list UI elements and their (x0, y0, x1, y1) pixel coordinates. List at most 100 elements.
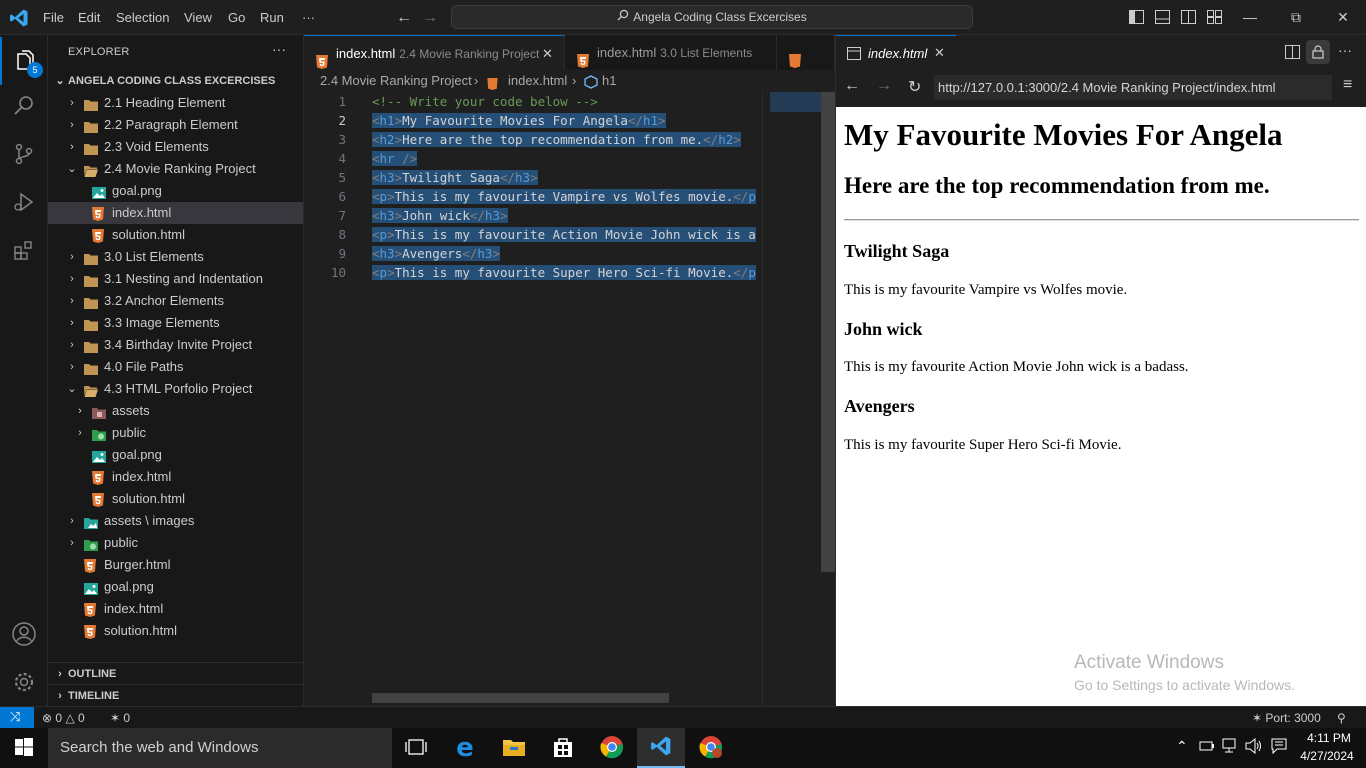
code-line[interactable]: <p>This is my favourite Action Movie Joh… (372, 225, 756, 244)
vscode-taskbar-app[interactable] (637, 728, 685, 768)
code-line[interactable]: <p>This is my favourite Vampire vs Wolfe… (372, 187, 756, 206)
search-activity[interactable] (0, 83, 48, 131)
tree-file[interactable]: index.html (48, 466, 303, 488)
menu-selection[interactable]: Selection (116, 0, 169, 35)
customize-layout-icon[interactable] (1207, 10, 1222, 27)
tree-folder[interactable]: › assets \ images (48, 510, 303, 532)
tree-file[interactable]: solution.html (48, 224, 303, 246)
code-line[interactable]: <h3>Avengers</h3> (372, 244, 500, 263)
menu-view[interactable]: View (184, 0, 212, 35)
tree-file[interactable]: Burger.html (48, 554, 303, 576)
lock-group-button[interactable] (1306, 40, 1330, 64)
tree-folder[interactable]: › 2.2 Paragraph Element (48, 114, 303, 136)
code-line[interactable]: <h3>Twilight Saga</h3> (372, 168, 538, 187)
minimap[interactable] (770, 92, 822, 112)
editor-tab[interactable]: index.html 3.0 List Elements (565, 35, 777, 70)
accounts-activity[interactable] (0, 611, 48, 659)
tree-folder[interactable]: › 3.1 Nesting and Indentation (48, 268, 303, 290)
tree-folder[interactable]: › 2.1 Heading Element (48, 92, 303, 114)
show-hidden-icons-chevron-icon[interactable]: ⌃ (1176, 738, 1188, 755)
tree-folder[interactable]: › 3.2 Anchor Elements (48, 290, 303, 312)
chrome-taskbar-app[interactable] (588, 728, 636, 768)
source-control-activity[interactable] (0, 131, 48, 179)
store-taskbar-app[interactable] (539, 728, 587, 768)
live-server-port[interactable]: ✶ Port: 3000 (1252, 707, 1321, 729)
horizontal-scrollbar[interactable] (372, 693, 669, 703)
remote-indicator[interactable]: ⤨ (0, 707, 34, 728)
run-debug-activity[interactable] (0, 179, 48, 227)
menu-edit[interactable]: Edit (78, 0, 100, 35)
chrome-profile-taskbar-app[interactable] (687, 728, 735, 768)
tree-folder[interactable]: ⌄ 4.3 HTML Porfolio Project (48, 378, 303, 400)
volume-icon[interactable] (1245, 737, 1263, 757)
breadcrumb-symbol[interactable]: h1 (602, 70, 616, 92)
tree-folder[interactable]: › 3.0 List Elements (48, 246, 303, 268)
reload-icon[interactable]: ↻ (908, 77, 921, 97)
tree-folder[interactable]: › 3.4 Birthday Invite Project (48, 334, 303, 356)
code-line[interactable]: <p>This is my favourite Super Hero Sci-f… (372, 263, 756, 282)
toggle-panel-icon[interactable] (1155, 10, 1170, 27)
tree-file[interactable]: index.html (48, 202, 303, 224)
menu-file[interactable]: File (43, 0, 64, 35)
taskbar-search-input[interactable]: Search the web and Windows (48, 728, 392, 768)
preview-tab[interactable]: index.html ✕ (836, 35, 956, 70)
split-editor-icon[interactable] (1285, 45, 1300, 62)
tree-folder[interactable]: › 2.3 Void Elements (48, 136, 303, 158)
timeline-section[interactable]: › TIMELINE (48, 684, 303, 706)
menu-more[interactable]: ··· (302, 0, 315, 35)
vertical-scrollbar[interactable] (821, 92, 835, 572)
workspace-root[interactable]: ⌄ ANGELA CODING CLASS EXCERCISES (48, 70, 303, 92)
breadcrumb-folder[interactable]: 2.4 Movie Ranking Project (320, 70, 472, 92)
code-editor[interactable]: 1 <!-- Write your code below --> 2 <h1>My F… (304, 92, 762, 692)
tree-folder[interactable]: ⌄ 2.4 Movie Ranking Project (48, 158, 303, 180)
restore-button[interactable]: ⧉ (1273, 0, 1319, 35)
tree-file[interactable]: solution.html (48, 620, 303, 642)
code-line[interactable]: <h2>Here are the top recommendation from… (372, 130, 741, 149)
menu-icon[interactable]: ≡ (1343, 76, 1352, 94)
tree-folder[interactable]: › public (48, 422, 303, 444)
tree-file[interactable]: solution.html (48, 488, 303, 510)
tree-folder[interactable]: › 4.0 File Paths (48, 356, 303, 378)
forward-icon[interactable]: → (876, 77, 892, 95)
clock-date[interactable]: 4/27/2024 (1296, 749, 1358, 763)
explorer-activity[interactable]: 5 (0, 37, 48, 85)
nav-back-icon[interactable]: ← (396, 9, 412, 27)
tree-file[interactable]: goal.png (48, 180, 303, 202)
task-view-button[interactable] (392, 728, 440, 768)
explorer-more-button[interactable]: ··· (272, 41, 286, 57)
tree-file[interactable]: goal.png (48, 444, 303, 466)
tree-file[interactable]: goal.png (48, 576, 303, 598)
network-icon[interactable] (1222, 738, 1240, 757)
minimize-button[interactable]: — (1227, 0, 1273, 35)
back-icon[interactable]: ← (844, 77, 860, 95)
tree-file[interactable]: index.html (48, 598, 303, 620)
toggle-secondary-sidebar-icon[interactable] (1181, 10, 1196, 27)
message-icon[interactable] (1271, 738, 1287, 757)
menu-go[interactable]: Go (228, 0, 245, 35)
file-explorer-taskbar-app[interactable] (490, 728, 538, 768)
nav-forward-icon[interactable]: → (422, 9, 438, 27)
extensions-activity[interactable] (0, 227, 48, 275)
url-input[interactable]: http://127.0.0.1:3000/2.4 Movie Ranking … (934, 75, 1332, 100)
tree-folder[interactable]: › 3.3 Image Elements (48, 312, 303, 334)
editor-tab-overflow[interactable] (777, 35, 835, 70)
command-center[interactable]: Angela Coding Class Excercises (451, 5, 973, 29)
breadcrumb-file[interactable]: index.html (508, 70, 567, 92)
ports-indicator[interactable]: ✶ 0 (110, 707, 130, 729)
clock-time[interactable]: 4:11 PM (1300, 731, 1358, 745)
close-button[interactable]: ✕ (1320, 0, 1366, 35)
menu-run[interactable]: Run (260, 0, 284, 35)
close-tab-icon[interactable]: ✕ (542, 36, 553, 70)
problems-indicator[interactable]: ⊗ 0 △ 0 (42, 707, 85, 729)
outline-section[interactable]: › OUTLINE (48, 662, 303, 684)
code-line[interactable]: <!-- Write your code below --> (372, 92, 598, 111)
start-button[interactable] (0, 728, 48, 768)
tree-folder[interactable]: › public (48, 532, 303, 554)
notifications-bell-icon[interactable]: ⚲ (1337, 707, 1346, 729)
manage-activity[interactable] (0, 659, 48, 707)
editor-tab[interactable]: index.html 2.4 Movie Ranking Project ✕ (304, 35, 565, 70)
power-icon[interactable] (1199, 739, 1215, 756)
code-line[interactable]: <hr /> (372, 149, 418, 168)
close-tab-icon[interactable]: ✕ (934, 45, 945, 61)
code-line[interactable]: <h1>My Favourite Movies For Angela</h1> (372, 111, 666, 130)
